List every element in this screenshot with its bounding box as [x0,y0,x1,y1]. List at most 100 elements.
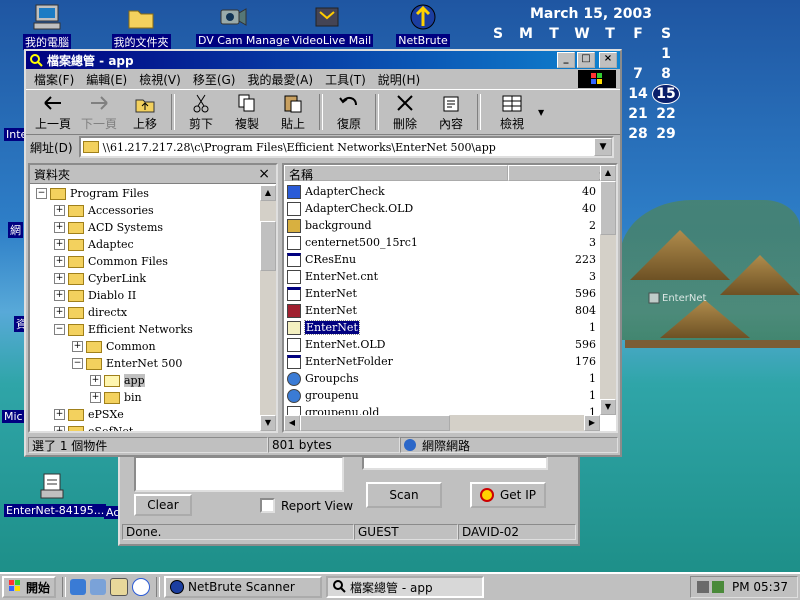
scroll-down-icon[interactable]: ▼ [260,415,276,431]
column-header-name[interactable]: 名稱 [284,165,508,182]
get-ip-button[interactable]: Get IP [470,482,546,508]
address-input[interactable]: \\61.217.217.28\c\Program Files\Efficien… [78,136,614,158]
tree-item[interactable]: + Common Files [34,253,260,270]
report-view-option[interactable]: Report View [260,498,353,513]
tree-item-selected[interactable]: + app [34,372,260,389]
clock[interactable]: PM 05:37 [732,580,788,594]
clear-button[interactable]: Clear [134,494,192,516]
file-item[interactable]: background 2 [284,217,600,234]
properties-button[interactable]: 內容 [428,93,474,132]
paste-button[interactable]: 貼上 [270,93,316,132]
file-item[interactable]: EnterNetFolder 176 [284,353,600,370]
file-item-selected[interactable]: EnterNet 1 [284,319,600,336]
expand-icon[interactable]: + [54,205,65,216]
tree-item[interactable]: + directx [34,304,260,321]
scan-button[interactable]: Scan [366,482,442,508]
desktop-icon-videolive-mail[interactable]: VideoLive Mail [290,2,374,47]
desktop-icon-label-partial[interactable]: 網 [8,222,23,238]
scroll-down-icon[interactable]: ▼ [600,399,616,415]
file-item[interactable]: AdapterCheck 40 [284,183,600,200]
scroll-up-icon[interactable]: ▲ [600,165,616,181]
file-item[interactable]: groupenu 1 [284,387,600,404]
floating-file-icon[interactable]: EnterNet [648,292,706,304]
minimize-button[interactable]: _ [557,52,575,68]
file-item[interactable]: EnterNet.cnt 3 [284,268,600,285]
outlook-quicklaunch-icon[interactable] [90,579,107,595]
file-item[interactable]: AdapterCheck.OLD 40 [284,200,600,217]
collapse-icon[interactable]: − [54,324,65,335]
tree-item[interactable]: + Common [34,338,260,355]
menu-go[interactable]: 移至(G) [193,71,236,88]
desktop-icon-label-partial[interactable]: Mic [2,410,25,423]
file-item[interactable]: EnterNet 596 [284,285,600,302]
tree-item[interactable]: − Efficient Networks [34,321,260,338]
tree-item[interactable]: + ACD Systems [34,219,260,236]
scroll-thumb[interactable] [600,181,616,235]
menu-view[interactable]: 檢視(V) [139,71,181,88]
up-folder-button[interactable]: 上移 [122,93,168,132]
volume-icon[interactable] [697,581,709,593]
desktop-quicklaunch-icon[interactable] [110,578,129,596]
menu-favorites[interactable]: 我的最愛(A) [247,71,313,88]
menu-tools[interactable]: 工具(T) [325,71,366,88]
tree-item[interactable]: + bin [34,389,260,406]
netbrute-input-field[interactable] [362,456,548,470]
file-item[interactable]: EnterNet.OLD 596 [284,336,600,353]
file-list-pane[interactable]: 名稱 大 AdapterCheck40 AdapterCheck.OLD40 b… [282,163,618,433]
netbrute-results-box[interactable] [134,456,344,492]
expand-icon[interactable]: + [54,273,65,284]
file-list-hscrollbar[interactable]: ◀ ▶ [284,415,600,431]
tree-item[interactable]: + Accessories [34,202,260,219]
collapse-icon[interactable]: − [36,188,47,199]
forward-button[interactable]: 下一頁 [76,93,122,132]
tree-scrollbar[interactable]: ▲ ▼ [260,185,276,431]
scroll-left-icon[interactable]: ◀ [284,415,300,431]
menu-file[interactable]: 檔案(F) [34,71,74,88]
close-icon[interactable]: × [258,166,270,182]
maximize-button[interactable]: □ [577,52,595,68]
expand-icon[interactable]: + [54,290,65,301]
folder-tree-pane[interactable]: 資料夾 × − Program Files + Accessories + ACD S… [28,163,278,433]
explorer-window[interactable]: 檔案總管 - app _ □ × 檔案(F) 編輯(E) 檢視(V) 移至(G)… [24,49,622,457]
menu-help[interactable]: 說明(H) [378,71,420,88]
desktop-icon-dv-cam-manager[interactable]: DV Cam Manager [196,2,297,47]
file-item[interactable]: centernet500_15rc1 3 [284,234,600,251]
cut-button[interactable]: 剪下 [178,93,224,132]
delete-button[interactable]: 刪除 [382,93,428,132]
expand-icon[interactable]: + [54,426,65,431]
file-item[interactable]: EnterNet 804 [284,302,600,319]
clock-quicklaunch-icon[interactable] [132,578,151,596]
tree-item[interactable]: − Program Files [34,185,260,202]
collapse-icon[interactable]: − [72,358,83,369]
desktop-icon-netbrute[interactable]: NetBrute [386,2,460,47]
back-button[interactable]: 上一頁 [30,93,76,132]
network-icon[interactable] [712,581,724,593]
report-view-checkbox[interactable] [260,498,275,513]
desktop-icon-my-computer[interactable]: 我的電腦 [10,2,84,50]
desktop-icon-my-documents[interactable]: 我的文件夾 [104,2,178,50]
scroll-thumb[interactable] [260,221,276,271]
file-item[interactable]: CResEnu 223 [284,251,600,268]
file-list-scrollbar[interactable]: ▲ ▼ [600,165,616,415]
expand-icon[interactable]: + [54,256,65,267]
hscroll-thumb[interactable] [300,415,450,431]
copy-button[interactable]: 複製 [224,93,270,132]
ie-quicklaunch-icon[interactable] [70,579,87,595]
address-dropdown-icon[interactable]: ▼ [594,138,612,156]
start-button[interactable]: 開始 [2,576,57,598]
close-button[interactable]: × [599,52,617,68]
explorer-titlebar[interactable]: 檔案總管 - app _ □ × [26,51,620,69]
views-button[interactable]: 檢視 [484,93,540,132]
task-explorer[interactable]: 檔案總管 - app [326,576,485,598]
task-netbrute[interactable]: NetBrute Scanner [164,576,323,598]
tree-item[interactable]: − EnterNet 500 [34,355,260,372]
scroll-up-icon[interactable]: ▲ [260,185,276,201]
scroll-right-icon[interactable]: ▶ [584,415,600,431]
file-item[interactable]: Groupchs 1 [284,370,600,387]
expand-icon[interactable]: + [54,409,65,420]
desktop-icon-enternet-installer[interactable]: EnterNet-84195... [4,472,107,517]
tree-item[interactable]: + CyberLink [34,270,260,287]
expand-icon[interactable]: + [54,307,65,318]
expand-icon[interactable]: + [54,222,65,233]
views-dropdown-icon[interactable]: ▼ [538,108,544,117]
